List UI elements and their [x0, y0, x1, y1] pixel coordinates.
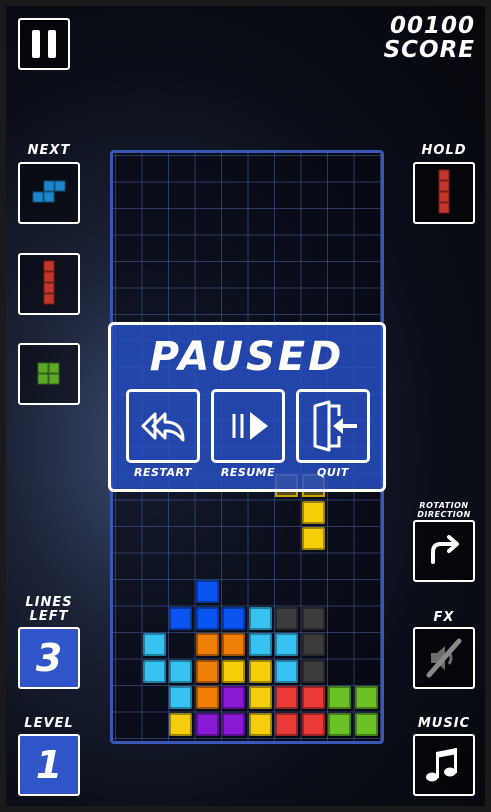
score-value: 00100	[389, 13, 475, 39]
rotate-right-icon	[431, 535, 459, 564]
board-block	[248, 686, 272, 709]
score-display: 00100 SCORE	[384, 14, 475, 62]
next-piece-2	[18, 253, 80, 315]
pause-button[interactable]	[18, 18, 70, 70]
board-block	[275, 633, 298, 656]
hold-label: HOLD	[421, 143, 467, 158]
board-block	[248, 659, 272, 683]
resume-label: RESUME	[220, 466, 276, 479]
i-piece-icon	[438, 169, 450, 214]
board-block	[195, 686, 219, 709]
board-block	[301, 633, 325, 656]
rotation-direction-label: ROTATION DIRECTION	[408, 501, 480, 519]
board-block	[275, 606, 298, 630]
restart-button[interactable]	[126, 389, 200, 463]
music-label: MUSIC	[417, 716, 471, 731]
board-block	[354, 686, 378, 709]
board-block	[195, 712, 219, 736]
music-notes-icon	[426, 748, 457, 782]
next-label: NEXT	[27, 143, 71, 158]
music-toggle[interactable]	[413, 734, 475, 796]
i-piece-icon	[43, 260, 55, 305]
board-block	[222, 659, 245, 683]
board-block	[222, 606, 245, 630]
board-block	[301, 606, 325, 630]
fx-label: FX	[433, 610, 455, 625]
board-block	[142, 633, 166, 656]
board-block	[328, 712, 351, 736]
board-block	[328, 686, 351, 709]
pause-icon	[32, 30, 56, 58]
board-block	[142, 659, 166, 683]
s-piece-icon	[32, 180, 66, 203]
board-block	[195, 633, 219, 656]
board-block	[275, 659, 298, 683]
lines-left-label: LINES LEFT	[18, 596, 80, 624]
o-piece-icon	[37, 362, 60, 385]
board-block	[195, 659, 219, 683]
board-block	[195, 606, 219, 630]
board-block	[301, 712, 325, 736]
restart-icon	[141, 412, 185, 442]
board-block	[222, 633, 245, 656]
board-block	[169, 712, 192, 736]
resume-icon	[232, 412, 268, 440]
board-block	[301, 527, 325, 550]
fx-toggle[interactable]	[413, 627, 475, 689]
rotation-direction-button[interactable]	[413, 520, 475, 582]
board-block	[275, 686, 298, 709]
next-piece-3	[18, 343, 80, 405]
next-piece-1	[18, 162, 80, 224]
board-block	[354, 712, 378, 736]
board-block	[275, 712, 298, 736]
board-block	[301, 659, 325, 683]
board-block	[248, 633, 272, 656]
fx-muted-icon	[426, 638, 462, 678]
level-value: 1	[18, 734, 80, 796]
board-block	[301, 686, 325, 709]
lines-left-label-1: LINES	[25, 595, 73, 610]
hold-slot[interactable]	[413, 162, 475, 224]
restart-label: RESTART	[133, 466, 193, 479]
quit-icon	[313, 400, 357, 452]
board-block	[248, 712, 272, 736]
board-block	[222, 686, 245, 709]
lines-left-label-2: LEFT	[29, 609, 69, 624]
board-block	[248, 606, 272, 630]
pause-menu: PAUSED RESTART RESUME QUIT	[108, 322, 386, 492]
resume-button[interactable]	[211, 389, 285, 463]
paused-title: PAUSED	[149, 334, 345, 380]
board-block	[301, 500, 325, 524]
rotation-label-2: DIRECTION	[417, 510, 471, 519]
board-block	[169, 606, 192, 630]
lines-left-value: 3	[18, 627, 80, 689]
board-block	[195, 580, 219, 603]
score-label: SCORE	[383, 37, 475, 63]
level-label: LEVEL	[24, 716, 74, 731]
board-block	[169, 659, 192, 683]
quit-button[interactable]	[296, 389, 370, 463]
board-block	[222, 712, 245, 736]
rotation-label-1: ROTATION	[419, 501, 469, 510]
board-block	[169, 686, 192, 709]
quit-label: QUIT	[317, 466, 349, 479]
